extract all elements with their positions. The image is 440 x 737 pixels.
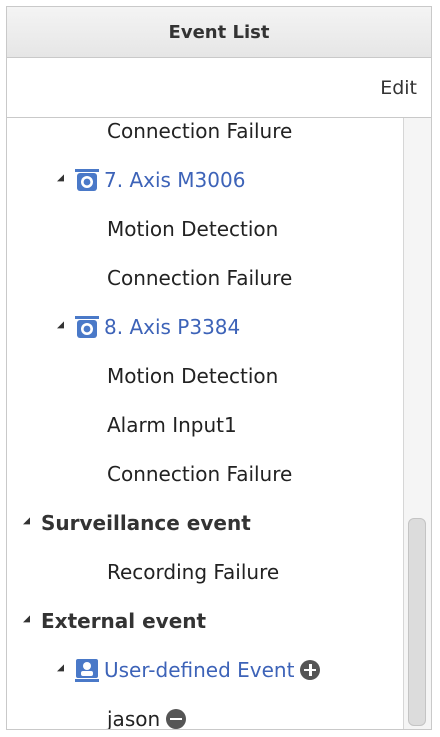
user-event-item-wrap: jason (107, 706, 187, 730)
user-event-label: User-defined Event (104, 657, 295, 682)
event-item-connection-failure[interactable]: Connection Failure (7, 118, 405, 155)
category-surveillance-event[interactable]: Surveillance event (7, 498, 405, 547)
user-defined-event-node[interactable]: User-defined Event (7, 645, 405, 694)
collapse-triangle-icon[interactable] (57, 173, 64, 181)
category-external-event[interactable]: External event (7, 596, 405, 645)
event-item-label: jason (107, 706, 161, 730)
event-item-alarm-input1[interactable]: Alarm Input1 (7, 400, 405, 449)
remove-icon[interactable] (166, 708, 187, 729)
event-list-panel: Event List Edit Connection Failure 7. Ax… (6, 6, 432, 730)
device-label: 7. Axis M3006 (104, 167, 246, 192)
collapse-triangle-icon[interactable] (57, 663, 64, 671)
panel-header: Event List (7, 7, 431, 58)
add-icon[interactable] (300, 659, 321, 680)
toolbar: Edit (7, 58, 431, 118)
collapse-triangle-icon[interactable] (23, 614, 30, 622)
event-item-label: Motion Detection (107, 363, 279, 388)
event-item-connection-failure[interactable]: Connection Failure (7, 449, 405, 498)
panel-title: Event List (168, 21, 270, 43)
event-tree-container: Connection Failure 7. Axis M3006 Motion … (7, 118, 431, 730)
event-item-label: Motion Detection (107, 216, 279, 241)
collapse-triangle-icon[interactable] (23, 516, 30, 524)
category-label: External event (41, 608, 207, 633)
event-item-motion-detection[interactable]: Motion Detection (7, 204, 405, 253)
user-event-icon (75, 658, 99, 682)
vertical-scrollbar[interactable] (403, 118, 431, 729)
collapse-triangle-icon[interactable] (57, 320, 64, 328)
device-label: 8. Axis P3384 (104, 314, 241, 339)
category-label: Surveillance event (41, 510, 251, 535)
event-item-label: Recording Failure (107, 559, 280, 584)
event-tree: Connection Failure 7. Axis M3006 Motion … (7, 118, 405, 730)
event-item-label: Connection Failure (107, 118, 293, 143)
user-event-item-jason[interactable]: jason (7, 694, 405, 730)
camera-icon (75, 168, 99, 191)
edit-button[interactable]: Edit (380, 77, 417, 99)
event-item-label: Connection Failure (107, 265, 293, 290)
event-item-motion-detection[interactable]: Motion Detection (7, 351, 405, 400)
device-node-axis-m3006[interactable]: 7. Axis M3006 (7, 155, 405, 204)
camera-icon (75, 315, 99, 338)
event-item-label: Connection Failure (107, 461, 293, 486)
user-event-label-wrap: User-defined Event (104, 657, 321, 682)
event-item-label: Alarm Input1 (107, 412, 237, 437)
event-item-recording-failure[interactable]: Recording Failure (7, 547, 405, 596)
event-item-connection-failure[interactable]: Connection Failure (7, 253, 405, 302)
device-node-axis-p3384[interactable]: 8. Axis P3384 (7, 302, 405, 351)
scrollbar-thumb[interactable] (408, 518, 426, 726)
